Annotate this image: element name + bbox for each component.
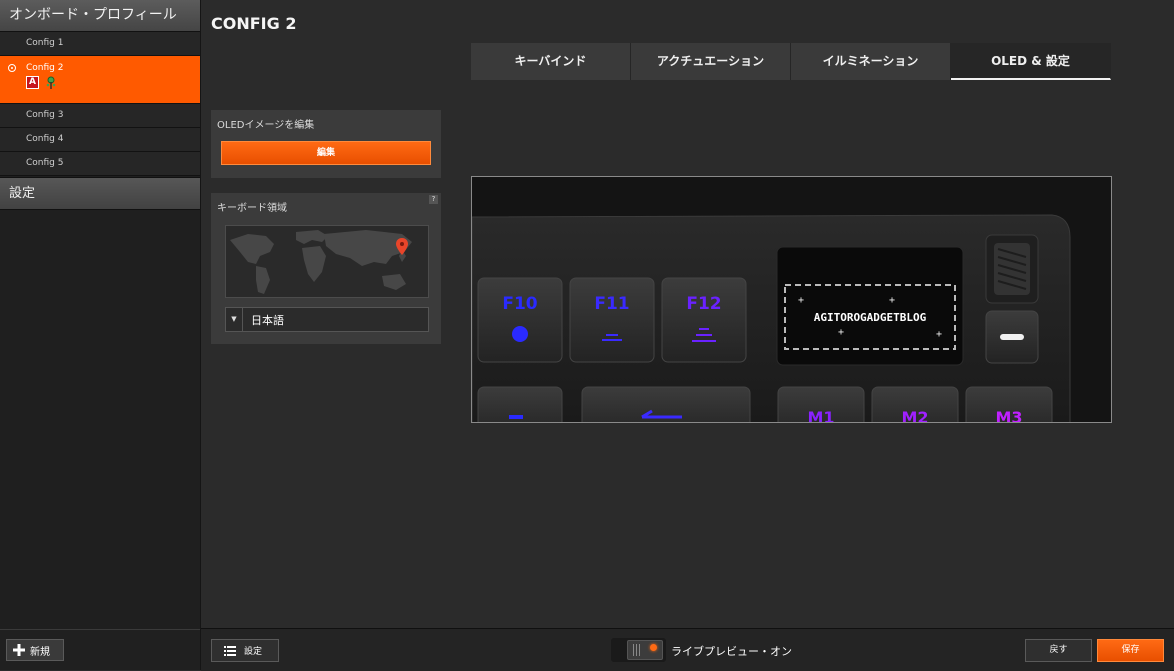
profile-label: Config 3 bbox=[26, 110, 64, 120]
sidebar-footer: 新規 bbox=[0, 629, 200, 670]
profile-label: Config 1 bbox=[26, 38, 64, 48]
onboard-profiles-header: オンボード・プロフィール bbox=[0, 0, 200, 32]
profile-label: Config 2 bbox=[26, 63, 64, 73]
settings-button-label: 設定 bbox=[244, 647, 263, 657]
profile-label: Config 5 bbox=[26, 158, 64, 168]
oled-screen: + + + + AGITOROGADGETBLOG bbox=[776, 246, 964, 366]
keyboard-region-panel: ? キーボード領域 ▼ 日本語 bbox=[211, 193, 441, 344]
plus-icon bbox=[13, 644, 25, 656]
svg-text:+: + bbox=[838, 327, 844, 338]
help-icon[interactable]: ? bbox=[429, 195, 438, 204]
tab-bar: キーバインド アクチュエーション イルミネーション OLED & 設定 bbox=[471, 43, 1111, 80]
key-f12: F12 bbox=[661, 277, 747, 363]
key-f11: F11 bbox=[569, 277, 655, 363]
profile-config-5[interactable]: Config 5 bbox=[0, 152, 200, 176]
live-indicator-icon bbox=[650, 644, 657, 651]
keyboard-render: F10 F11 F12 + + + + AGITOROGADGETBLOG M1… bbox=[472, 177, 1111, 423]
svg-text:+: + bbox=[889, 295, 895, 306]
adobe-app-icon: A bbox=[26, 76, 39, 89]
new-button-label: 新規 bbox=[30, 646, 50, 658]
sidebar-settings-header[interactable]: 設定 bbox=[0, 177, 200, 210]
tab-illumination[interactable]: イルミネーション bbox=[791, 43, 951, 80]
key-m3: M3 bbox=[965, 386, 1053, 423]
svg-text:+: + bbox=[936, 329, 942, 340]
live-preview-toggle[interactable] bbox=[611, 638, 666, 662]
tab-keybind[interactable]: キーバインド bbox=[471, 43, 631, 80]
profile-config-1[interactable]: Config 1 bbox=[0, 32, 200, 56]
volume-roller bbox=[985, 234, 1039, 304]
list-icon bbox=[224, 645, 236, 656]
toggle-knob bbox=[627, 640, 663, 660]
tab-oled-settings[interactable]: OLED & 設定 bbox=[951, 43, 1111, 80]
tab-actuation[interactable]: アクチュエーション bbox=[631, 43, 791, 80]
main-content: CONFIG 2 キーバインド アクチュエーション イルミネーション OLED … bbox=[201, 0, 1174, 670]
key-m2: M2 bbox=[871, 386, 959, 423]
world-map bbox=[225, 225, 429, 298]
media-button bbox=[985, 310, 1039, 364]
language-select[interactable]: ▼ 日本語 bbox=[225, 307, 429, 332]
profile-config-3[interactable]: Config 3 bbox=[0, 104, 200, 128]
linked-apps: A bbox=[26, 76, 200, 90]
bottom-bar: 設定 ライブプレビュー・オン 戻す 保存 bbox=[201, 628, 1174, 671]
key-f10: F10 bbox=[477, 277, 563, 363]
svg-text:M2: M2 bbox=[901, 408, 928, 423]
language-selected-value: 日本語 bbox=[251, 313, 284, 327]
page-title: CONFIG 2 bbox=[211, 14, 297, 33]
keyboard-preview: F10 F11 F12 + + + + AGITOROGADGETBLOG M1… bbox=[471, 176, 1112, 423]
profile-config-4[interactable]: Config 4 bbox=[0, 128, 200, 152]
profile-label: Config 4 bbox=[26, 134, 64, 144]
live-preview-label: ライブプレビュー・オン bbox=[671, 645, 792, 658]
active-radio-icon bbox=[8, 64, 16, 72]
svg-text:F12: F12 bbox=[686, 294, 721, 314]
sidebar: オンボード・プロフィール Config 1 Config 2 A Config … bbox=[0, 0, 201, 670]
grip-icon bbox=[633, 644, 640, 656]
save-button[interactable]: 保存 bbox=[1097, 639, 1164, 662]
svg-text:AGITOROGADGETBLOG: AGITOROGADGETBLOG bbox=[814, 311, 927, 324]
world-map-graphic bbox=[226, 226, 428, 297]
revert-button[interactable]: 戻す bbox=[1025, 639, 1092, 662]
edit-oled-button[interactable]: 編集 bbox=[221, 141, 431, 165]
svg-text:+: + bbox=[798, 295, 804, 306]
oled-edit-panel: OLEDイメージを編集 編集 bbox=[211, 110, 441, 178]
svg-text:F10: F10 bbox=[502, 294, 537, 314]
profile-config-2[interactable]: Config 2 A bbox=[0, 56, 200, 104]
svg-text:M1: M1 bbox=[807, 408, 834, 423]
pushpin-app-icon bbox=[46, 76, 56, 89]
key-m1: M1 bbox=[777, 386, 865, 423]
settings-button[interactable]: 設定 bbox=[211, 639, 279, 662]
oled-panel-title: OLEDイメージを編集 bbox=[217, 120, 315, 131]
new-profile-button[interactable]: 新規 bbox=[6, 639, 64, 661]
region-panel-title: キーボード領域 bbox=[217, 203, 287, 214]
svg-text:M3: M3 bbox=[995, 408, 1022, 423]
svg-text:F11: F11 bbox=[594, 294, 629, 314]
dropdown-arrow-icon: ▼ bbox=[226, 308, 243, 331]
